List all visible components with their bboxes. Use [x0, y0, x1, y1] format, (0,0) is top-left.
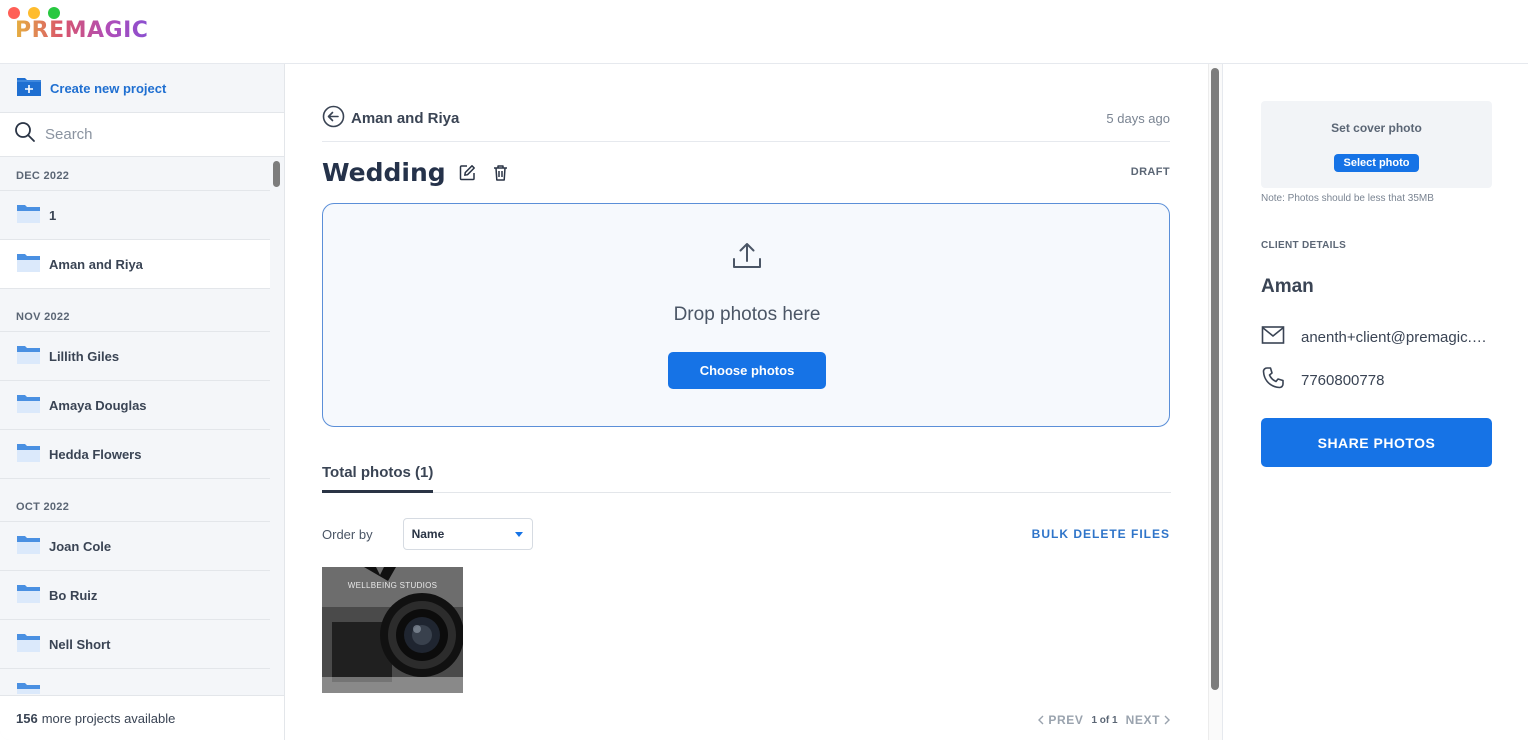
pagination: PREV 1 of 1 NEXT	[1026, 712, 1171, 728]
project-item-aman-and-riya[interactable]: Aman and Riya	[0, 240, 270, 289]
project-name: 1	[49, 207, 57, 223]
new-folder-icon	[16, 75, 42, 102]
close-window-button[interactable]	[8, 7, 20, 19]
mail-icon	[1261, 325, 1285, 349]
photo-dropzone[interactable]: Drop photos here Choose photos	[322, 203, 1170, 427]
project-item-bo-ruiz[interactable]: Bo Ruiz	[0, 571, 270, 620]
search-input[interactable]	[45, 126, 245, 143]
photo-tabs: Total photos (1)	[322, 460, 1171, 493]
folder-icon	[16, 345, 41, 368]
choose-photos-button[interactable]: Choose photos	[668, 352, 826, 389]
minimize-window-button[interactable]	[28, 7, 40, 19]
zoom-window-button[interactable]	[48, 7, 60, 19]
folder-icon	[16, 394, 41, 417]
project-name: Hedda Flowers	[49, 446, 142, 462]
create-new-project-label: Create new project	[50, 80, 167, 96]
folder-icon	[16, 682, 41, 694]
tab-total-photos[interactable]: Total photos (1)	[322, 460, 434, 493]
folder-icon	[16, 584, 41, 607]
project-name: Aman and Riya	[49, 256, 143, 272]
main-scrollbar[interactable]	[1211, 68, 1219, 690]
prev-page-button[interactable]: PREV	[1037, 713, 1083, 727]
back-button[interactable]: Aman and Riya	[322, 105, 459, 133]
trash-icon[interactable]	[490, 161, 512, 183]
project-item-lillith-giles[interactable]: Lillith Giles	[0, 332, 270, 381]
edit-icon[interactable]	[457, 161, 479, 183]
project-list: DEC 2022 1 Aman and Riya NOV 2022 Lillit…	[0, 158, 270, 694]
project-name: Amaya Douglas	[49, 397, 147, 413]
next-page-button[interactable]: NEXT	[1126, 713, 1171, 727]
last-updated-text: 5 days ago	[1106, 111, 1170, 126]
projects-sidebar: Create new project DEC 2022 1 Aman and R…	[0, 64, 285, 740]
back-arrow-icon	[322, 105, 345, 133]
project-header: Aman and Riya 5 days ago	[322, 102, 1170, 142]
cover-photo-title: Set cover photo	[1331, 121, 1422, 135]
order-by-select[interactable]: Name	[402, 518, 533, 550]
chevron-right-icon	[1164, 715, 1170, 725]
more-projects-text: more projects available	[41, 710, 176, 726]
premagic-logo[interactable]: PREMAGIC	[15, 18, 148, 43]
group-header-nov-2022: NOV 2022	[0, 289, 270, 332]
project-item-joan-cole[interactable]: Joan Cole	[0, 522, 270, 571]
next-label: NEXT	[1125, 713, 1160, 727]
project-item-1[interactable]: 1	[0, 191, 270, 240]
photo-thumbnail[interactable]: WELLBEING STUDIOS	[322, 567, 463, 693]
prev-label: PREV	[1048, 713, 1084, 727]
cover-photo-box: Set cover photo Select photo	[1261, 101, 1492, 188]
status-badge: DRAFT	[1130, 166, 1170, 178]
photo-caption: WELLBEING STUDIOS	[347, 581, 438, 590]
group-header-dec-2022: DEC 2022	[0, 158, 270, 191]
client-details-heading: CLIENT DETAILS	[1261, 240, 1347, 251]
create-new-project-button[interactable]: Create new project	[0, 64, 284, 113]
dropzone-text: Drop photos here	[673, 304, 821, 325]
phone-icon	[1261, 366, 1285, 394]
folder-icon	[16, 535, 41, 558]
client-name: Aman	[1261, 276, 1314, 297]
project-name: Nell Short	[49, 636, 111, 652]
window-controls	[8, 7, 60, 19]
event-title: Wedding	[322, 157, 446, 187]
project-name: Joan Cole	[49, 538, 112, 554]
order-by-value: Name	[411, 527, 445, 541]
group-header-oct-2022: OCT 2022	[0, 479, 270, 522]
search-bar	[0, 113, 284, 157]
order-by-label: Order by	[322, 526, 373, 542]
upload-icon	[731, 240, 763, 277]
folder-icon	[16, 443, 41, 466]
client-phone: 7760800778	[1301, 371, 1385, 389]
caret-down-icon	[514, 532, 523, 537]
folder-icon	[16, 204, 41, 227]
client-email: anenth+client@premagic.com	[1301, 328, 1491, 346]
share-photos-button[interactable]: SHARE PHOTOS	[1261, 418, 1492, 467]
app-window: PREMAGIC Create new project Search DEC 2…	[0, 0, 1528, 740]
search-icon	[14, 121, 36, 148]
project-name: Lillith Giles	[49, 348, 120, 364]
project-item-nell-short[interactable]: Nell Short	[0, 620, 270, 669]
more-projects-count: 156	[16, 710, 38, 726]
cover-photo-note: Note: Photos should be less that 35MB	[1261, 193, 1434, 204]
top-bar: PREMAGIC	[0, 0, 1528, 64]
folder-icon	[16, 253, 41, 276]
chevron-left-icon	[1038, 715, 1044, 725]
project-item-amaya-douglas[interactable]: Amaya Douglas	[0, 381, 270, 430]
project-side-panel: Set cover photo Select photo Note: Photo…	[1222, 64, 1528, 740]
project-name: Bo Ruiz	[49, 587, 98, 603]
client-email-row: anenth+client@premagic.com	[1261, 325, 1501, 349]
project-item-hedda-flowers[interactable]: Hedda Flowers	[0, 430, 270, 479]
folder-icon	[16, 633, 41, 656]
more-projects-info: 156 more projects available	[0, 695, 284, 740]
page-indicator: 1 of 1	[1091, 714, 1118, 726]
project-item-partial[interactable]	[0, 669, 270, 694]
title-row: Wedding DRAFT	[322, 152, 1170, 192]
bulk-delete-files-button[interactable]: BULK DELETE FILES	[1032, 527, 1170, 541]
select-photo-button[interactable]: Select photo	[1334, 154, 1419, 172]
sidebar-scrollbar[interactable]	[273, 161, 280, 187]
photo-toolbar: Order by Name BULK DELETE FILES	[322, 518, 1170, 550]
back-label: Aman and Riya	[351, 110, 460, 127]
client-phone-row: 7760800778	[1261, 366, 1501, 394]
project-detail: Aman and Riya 5 days ago Wedding DRAFT D…	[286, 64, 1208, 740]
